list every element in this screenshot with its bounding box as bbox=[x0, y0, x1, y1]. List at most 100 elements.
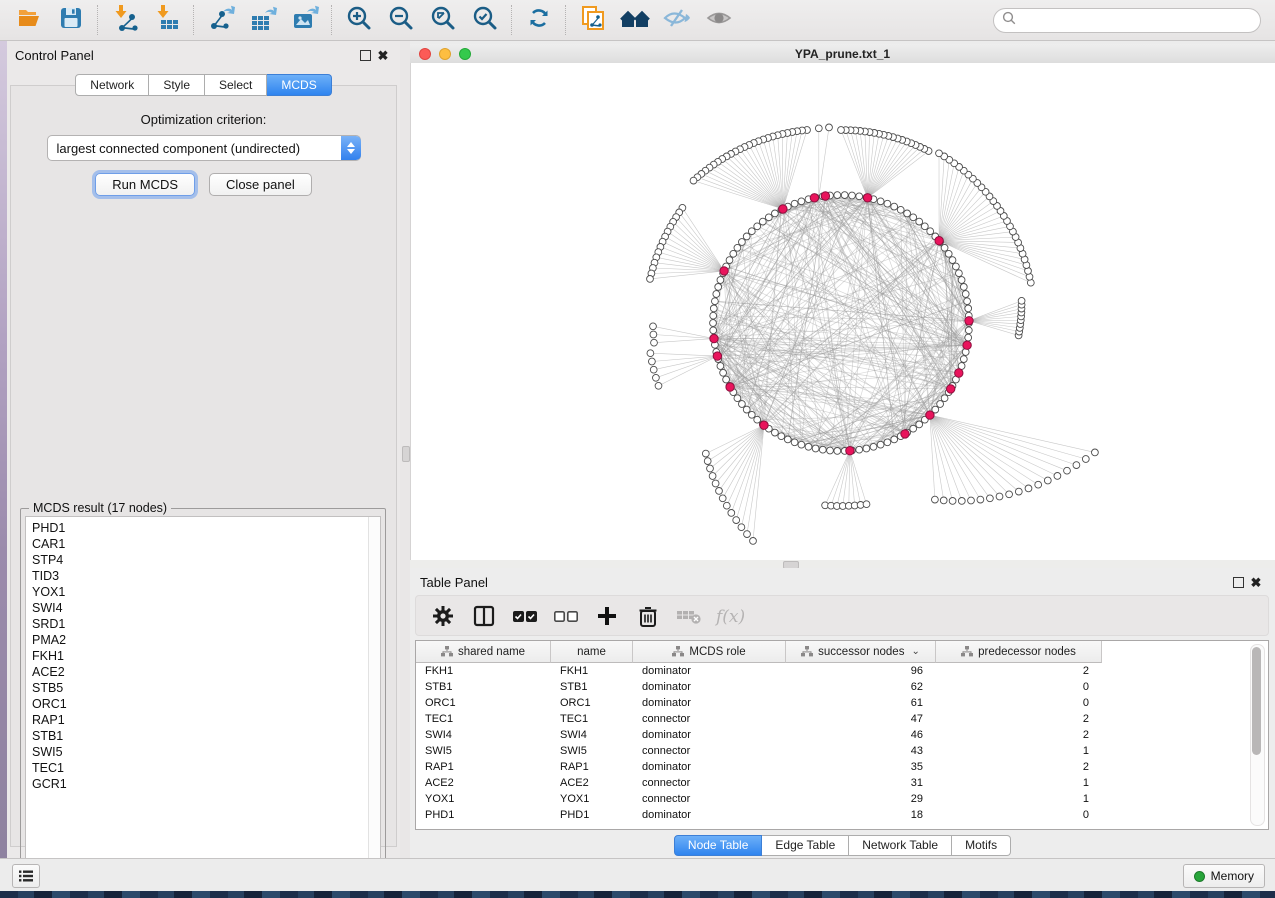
criterion-select[interactable]: largest connected component (undirected) bbox=[47, 135, 361, 161]
mcds-result-node[interactable]: SRD1 bbox=[32, 616, 380, 632]
network-node[interactable] bbox=[723, 376, 730, 383]
table-cell[interactable]: dominator bbox=[633, 807, 786, 823]
network-node[interactable] bbox=[937, 401, 944, 408]
close-panel-button-mcds[interactable]: Close panel bbox=[209, 173, 312, 196]
network-node[interactable] bbox=[962, 291, 969, 298]
export-table-button[interactable] bbox=[242, 3, 284, 37]
mcds-node[interactable] bbox=[810, 194, 818, 202]
mcds-node[interactable] bbox=[710, 334, 718, 342]
network-node[interactable] bbox=[720, 369, 727, 376]
network-node[interactable] bbox=[897, 206, 904, 213]
leaf-node[interactable] bbox=[719, 495, 726, 502]
leaf-node[interactable] bbox=[958, 498, 965, 505]
network-node[interactable] bbox=[834, 192, 841, 199]
mcds-node[interactable] bbox=[963, 341, 971, 349]
network-node[interactable] bbox=[754, 223, 761, 230]
leaf-node[interactable] bbox=[1006, 491, 1013, 498]
table-cell[interactable]: PHD1 bbox=[416, 807, 551, 823]
table-cell[interactable]: YOX1 bbox=[551, 791, 633, 807]
network-node[interactable] bbox=[726, 257, 733, 264]
network-node[interactable] bbox=[964, 298, 971, 305]
table-cell[interactable]: FKH1 bbox=[551, 663, 633, 679]
task-history-button[interactable] bbox=[12, 864, 40, 888]
leaf-node[interactable] bbox=[977, 496, 984, 503]
network-node[interactable] bbox=[834, 448, 841, 455]
table-cell[interactable]: 0 bbox=[936, 679, 1102, 695]
zoom-selected-button[interactable] bbox=[464, 3, 506, 37]
table-cell[interactable]: RAP1 bbox=[551, 759, 633, 775]
add-column-button[interactable] bbox=[588, 600, 625, 632]
search-field[interactable] bbox=[993, 8, 1261, 33]
network-node[interactable] bbox=[960, 356, 967, 363]
mcds-result-node[interactable]: TID3 bbox=[32, 568, 380, 584]
mcds-result-node[interactable]: PHD1 bbox=[32, 520, 380, 536]
table-cell[interactable]: 1 bbox=[936, 775, 1102, 791]
table-cell[interactable]: 18 bbox=[786, 807, 936, 823]
table-row[interactable]: STB1STB1dominator620 bbox=[416, 679, 1268, 695]
mcds-result-node[interactable]: RAP1 bbox=[32, 712, 380, 728]
network-node[interactable] bbox=[956, 270, 963, 277]
table-cell[interactable]: 61 bbox=[786, 695, 936, 711]
network-node[interactable] bbox=[778, 433, 785, 440]
table-cell[interactable]: ACE2 bbox=[416, 775, 551, 791]
network-node[interactable] bbox=[863, 445, 870, 452]
mcds-node[interactable] bbox=[926, 411, 934, 419]
table-cell[interactable]: connector bbox=[633, 791, 786, 807]
network-node[interactable] bbox=[953, 263, 960, 270]
table-cell[interactable]: dominator bbox=[633, 695, 786, 711]
leaf-node[interactable] bbox=[651, 339, 658, 346]
mcds-result-node[interactable]: SWI4 bbox=[32, 600, 380, 616]
leaf-node[interactable] bbox=[936, 150, 943, 157]
tab-node-table[interactable]: Node Table bbox=[674, 835, 763, 856]
network-node[interactable] bbox=[710, 305, 717, 312]
table-cell[interactable]: SWI5 bbox=[551, 743, 633, 759]
leaf-node[interactable] bbox=[733, 517, 740, 524]
select-all-button[interactable] bbox=[506, 600, 543, 632]
import-table-button[interactable] bbox=[146, 3, 188, 37]
network-window-titlebar[interactable]: YPA_prune.txt_1 bbox=[410, 44, 1275, 64]
leaf-node[interactable] bbox=[1092, 449, 1099, 456]
leaf-node[interactable] bbox=[707, 465, 714, 472]
network-node[interactable] bbox=[713, 291, 720, 298]
network-node[interactable] bbox=[916, 218, 923, 225]
table-cell[interactable]: 0 bbox=[936, 695, 1102, 711]
leaf-node[interactable] bbox=[1015, 488, 1022, 495]
leaf-node[interactable] bbox=[826, 124, 833, 131]
column-header-name[interactable]: name bbox=[551, 641, 633, 663]
float-panel-button[interactable] bbox=[356, 47, 374, 63]
split-panel-button[interactable] bbox=[465, 600, 502, 632]
table-row[interactable]: PHD1PHD1dominator180 bbox=[416, 807, 1268, 823]
clone-network-button[interactable] bbox=[572, 3, 614, 37]
network-node[interactable] bbox=[743, 406, 750, 413]
network-node[interactable] bbox=[739, 239, 746, 246]
export-image-button[interactable] bbox=[284, 3, 326, 37]
save-session-button[interactable] bbox=[50, 3, 92, 37]
neighbors-button[interactable] bbox=[614, 3, 656, 37]
table-cell[interactable]: 0 bbox=[936, 807, 1102, 823]
network-node[interactable] bbox=[960, 284, 967, 291]
table-cell[interactable]: YOX1 bbox=[416, 791, 551, 807]
tab-select[interactable]: Select bbox=[205, 74, 267, 96]
table-cell[interactable]: 29 bbox=[786, 791, 936, 807]
tab-mcds[interactable]: MCDS bbox=[267, 74, 331, 96]
table-cell[interactable]: SWI5 bbox=[416, 743, 551, 759]
table-cell[interactable]: PHD1 bbox=[551, 807, 633, 823]
mcds-result-node[interactable]: TEC1 bbox=[32, 760, 380, 776]
mcds-result-node[interactable]: STB1 bbox=[32, 728, 380, 744]
table-cell[interactable]: 62 bbox=[786, 679, 936, 695]
network-node[interactable] bbox=[856, 446, 863, 453]
leaf-node[interactable] bbox=[712, 480, 719, 487]
network-node[interactable] bbox=[772, 429, 779, 436]
network-node[interactable] bbox=[734, 244, 741, 251]
mcds-node[interactable] bbox=[935, 237, 943, 245]
leaf-node[interactable] bbox=[723, 502, 730, 509]
network-node[interactable] bbox=[759, 218, 766, 225]
tab-edge-table[interactable]: Edge Table bbox=[762, 835, 849, 856]
delete-button[interactable] bbox=[629, 600, 666, 632]
table-cell[interactable]: 1 bbox=[936, 743, 1102, 759]
mcds-result-node[interactable]: ACE2 bbox=[32, 664, 380, 680]
network-node[interactable] bbox=[734, 395, 741, 402]
column-header-shared-name[interactable]: shared name bbox=[416, 641, 551, 663]
leaf-node[interactable] bbox=[838, 127, 845, 134]
column-header-predecessor-nodes[interactable]: predecessor nodes bbox=[936, 641, 1102, 663]
